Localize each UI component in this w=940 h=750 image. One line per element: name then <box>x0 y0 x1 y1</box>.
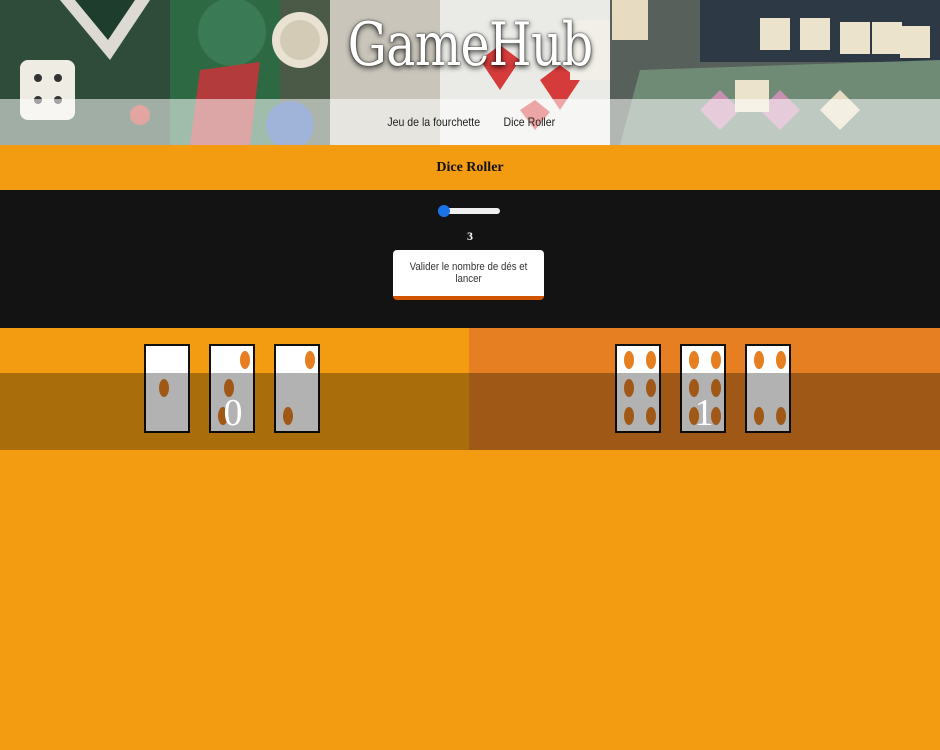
die-pip <box>711 351 721 369</box>
validate-and-roll-button[interactable]: Valider le nombre de dés et lancer <box>393 250 544 300</box>
player-1-area: 0 <box>0 328 469 450</box>
dice-controls: 3 Valider le nombre de dés et lancer <box>0 190 940 328</box>
die-pip <box>240 351 250 369</box>
hero-header: GameHub Jeu de la fourchette Dice Roller <box>0 0 940 145</box>
die-pip <box>305 351 315 369</box>
die-pip <box>646 351 656 369</box>
nav-link-jeu-de-la-fourchette[interactable]: Jeu de la fourchette <box>387 115 480 129</box>
die-pip <box>776 351 786 369</box>
die-pip <box>689 351 699 369</box>
section-title: Dice Roller <box>436 159 504 175</box>
roll-button-label: Valider le nombre de dés et lancer <box>409 261 528 285</box>
section-title-bar: Dice Roller <box>0 145 940 190</box>
main-nav: Jeu de la fourchette Dice Roller <box>0 99 940 145</box>
die-pip <box>624 351 634 369</box>
player-2-score: 1 <box>694 392 714 434</box>
player-2-area: 1 <box>469 328 940 450</box>
die-pip <box>754 351 764 369</box>
dice-count-value: 3 <box>467 229 473 243</box>
nav-link-dice-roller[interactable]: Dice Roller <box>504 115 556 129</box>
player-1-score: 0 <box>223 392 243 434</box>
dice-count-slider-thumb[interactable] <box>438 205 450 217</box>
site-title: GameHub <box>347 10 594 80</box>
